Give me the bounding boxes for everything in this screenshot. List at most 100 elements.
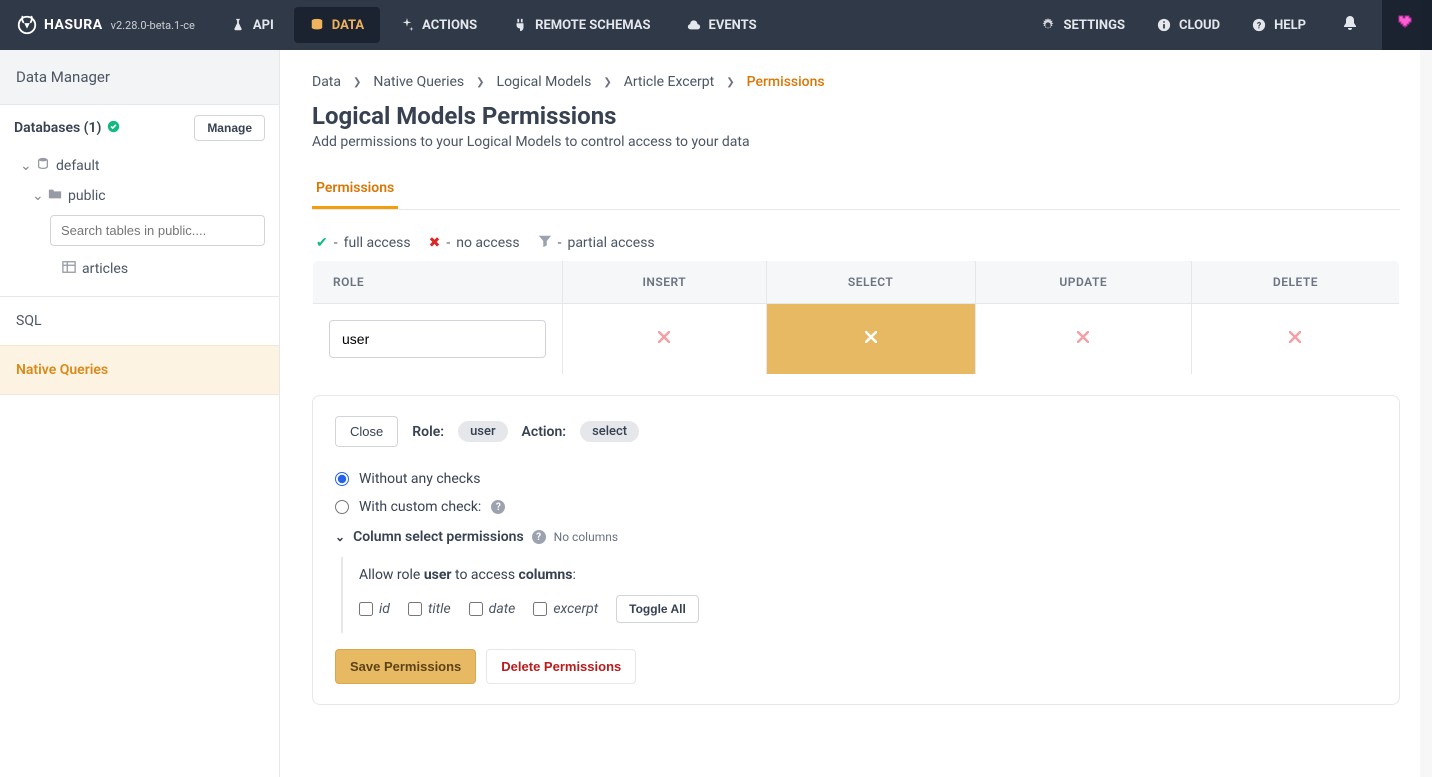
radio-with-custom-input[interactable] — [335, 500, 349, 514]
nav-remote-label: REMOTE SCHEMAS — [535, 18, 650, 33]
role-input[interactable] — [329, 320, 546, 358]
sidebar-sql-link[interactable]: SQL — [0, 296, 279, 345]
chevron-right-icon: ❯ — [603, 77, 611, 88]
heart-icon — [1397, 14, 1417, 36]
role-cell — [313, 304, 563, 375]
brand-name: HASURA — [44, 17, 103, 33]
th-select: SELECT — [766, 261, 975, 304]
nav-remote[interactable]: REMOTE SCHEMAS — [497, 0, 666, 50]
col-check-id[interactable]: id — [359, 601, 390, 617]
db-tree-item[interactable]: ⌄ default — [14, 151, 265, 181]
action-label: Action: — [522, 424, 567, 440]
perm-select-cell[interactable] — [766, 304, 975, 375]
database-small-icon — [36, 157, 50, 175]
bc-data[interactable]: Data — [312, 74, 341, 90]
chevron-right-icon: ❯ — [726, 77, 734, 88]
allow-line: Allow role user to access columns: — [359, 567, 1377, 583]
bc-permissions: Permissions — [747, 74, 825, 90]
databases-row: Databases (1) Manage — [0, 105, 279, 147]
nav-settings[interactable]: SETTINGS — [1025, 0, 1141, 50]
table-tree-item[interactable]: articles — [14, 254, 265, 284]
flask-icon — [231, 18, 245, 32]
chevron-right-icon: ❯ — [476, 77, 484, 88]
radio-with-custom[interactable]: With custom check: ? — [335, 493, 1377, 521]
check-circle-icon — [107, 120, 120, 137]
nav-cloud[interactable]: CLOUD — [1141, 0, 1236, 50]
svg-text:?: ? — [1257, 22, 1262, 32]
notifications-button[interactable] — [1322, 15, 1378, 35]
schema-tree-item[interactable]: ⌄ public — [14, 181, 265, 211]
filter-icon — [538, 234, 552, 252]
help-icon[interactable]: ? — [532, 530, 546, 544]
plug-icon — [513, 18, 527, 32]
perm-insert-cell[interactable] — [563, 304, 767, 375]
perm-delete-cell[interactable] — [1191, 304, 1399, 375]
th-delete: DELETE — [1191, 261, 1399, 304]
no-columns-note: No columns — [554, 530, 618, 544]
role-pill: user — [458, 421, 507, 442]
save-permissions-button[interactable]: Save Permissions — [335, 649, 476, 684]
page-title: Logical Models Permissions — [312, 102, 1400, 130]
toggle-all-button[interactable]: Toggle All — [616, 595, 699, 623]
scrollbar[interactable] — [1420, 0, 1432, 777]
gear-icon — [1041, 18, 1055, 32]
column-permissions-toggle[interactable]: ⌄ Column select permissions ? No columns — [335, 521, 1377, 553]
top-nav: HASURA v2.28.0-beta.1-ce API DATA ACTION… — [0, 0, 1432, 50]
nav-help-label: HELP — [1274, 18, 1306, 33]
close-button[interactable]: Close — [335, 416, 398, 447]
manage-button[interactable]: Manage — [194, 115, 265, 141]
nav-events-label: EVENTS — [709, 18, 757, 33]
table-row — [313, 304, 1400, 375]
perm-update-cell[interactable] — [975, 304, 1191, 375]
sidebar: Data Manager Databases (1) Manage ⌄ defa… — [0, 50, 280, 777]
bc-article-excerpt[interactable]: Article Excerpt — [624, 74, 715, 90]
db-name: default — [56, 158, 100, 174]
help-icon[interactable]: ? — [491, 500, 505, 514]
radio-with-custom-label: With custom check: — [359, 499, 481, 515]
folder-icon — [48, 187, 62, 205]
nav-help[interactable]: ? HELP — [1236, 0, 1322, 50]
breadcrumb: Data ❯ Native Queries ❯ Logical Models ❯… — [312, 74, 1400, 90]
nav-api-label: API — [253, 18, 274, 33]
legend-no: no access — [456, 235, 519, 251]
bc-native-queries[interactable]: Native Queries — [373, 74, 464, 90]
legend-full: full access — [344, 235, 411, 251]
tabs: Permissions — [312, 170, 1400, 210]
tab-permissions[interactable]: Permissions — [312, 170, 398, 209]
delete-permissions-button[interactable]: Delete Permissions — [486, 649, 636, 684]
databases-label: Databases (1) — [14, 120, 101, 136]
question-icon: ? — [1252, 18, 1266, 32]
chevron-down-icon: ⌄ — [32, 188, 42, 204]
sidebar-native-queries-link[interactable]: Native Queries — [0, 345, 279, 395]
radio-without-checks-label: Without any checks — [359, 471, 480, 487]
nav-data[interactable]: DATA — [294, 7, 380, 43]
bc-logical-models[interactable]: Logical Models — [497, 74, 592, 90]
col-check-date[interactable]: date — [469, 601, 516, 617]
table-name: articles — [82, 261, 128, 277]
brand-logo[interactable]: HASURA — [16, 14, 103, 36]
col-check-excerpt[interactable]: excerpt — [533, 601, 598, 617]
nav-items-left: API DATA ACTIONS REMOTE SCHEMAS EVENTS — [215, 0, 773, 50]
info-icon — [1157, 18, 1171, 32]
nav-events[interactable]: EVENTS — [671, 0, 773, 50]
radio-without-checks-input[interactable] — [335, 472, 349, 486]
search-tables-input[interactable] — [50, 215, 265, 246]
th-update: UPDATE — [975, 261, 1191, 304]
database-icon — [310, 18, 324, 32]
nav-actions[interactable]: ACTIONS — [384, 0, 493, 50]
nav-api[interactable]: API — [215, 0, 290, 50]
column-permissions-body: Allow role user to access columns: id ti… — [341, 557, 1377, 633]
main-content: Data ❯ Native Queries ❯ Logical Models ❯… — [280, 50, 1432, 777]
th-insert: INSERT — [563, 261, 767, 304]
nav-data-label: DATA — [332, 18, 364, 33]
col-check-title[interactable]: title — [408, 601, 451, 617]
role-label: Role: — [412, 424, 444, 440]
version-label: v2.28.0-beta.1-ce — [111, 19, 195, 32]
action-pill: select — [580, 421, 639, 442]
cloud-icon — [687, 18, 701, 32]
permission-editor-panel: Close Role: user Action: select Without … — [312, 395, 1400, 705]
radio-without-checks[interactable]: Without any checks — [335, 465, 1377, 493]
nav-cloud-label: CLOUD — [1179, 18, 1220, 33]
nav-settings-label: SETTINGS — [1063, 18, 1125, 33]
sidebar-header: Data Manager — [0, 50, 279, 105]
